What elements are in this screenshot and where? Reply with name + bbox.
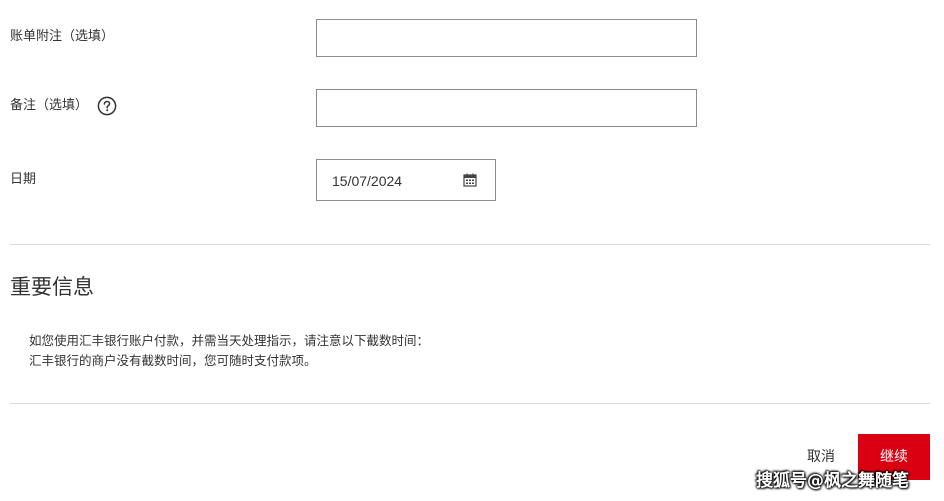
important-info-line-2: 汇丰银行的商户没有截数时间，您可随时支付款项。 [29,353,317,368]
calendar-icon[interactable] [462,172,478,188]
important-info-title: 重要信息 [10,275,94,299]
date-value: 15/07/2024 [332,173,403,189]
important-info-line-1: 如您使用汇丰银行账户付款，并需当天处理指示，请注意以下截数时间： [29,333,430,348]
remark-label: 备注（选填） [10,98,89,113]
date-label: 日期 [10,172,37,187]
remark-input[interactable] [316,89,697,127]
watermark-text: 搜狐号@枫之舞随笔 [756,471,909,491]
date-picker-field[interactable]: 15/07/2024 [316,159,496,201]
section-divider-bottom [10,403,930,404]
bill-note-input[interactable] [316,19,697,57]
section-divider-top [10,244,930,245]
bill-note-label: 账单附注（选填） [10,29,115,44]
question-circle-icon[interactable] [97,96,117,116]
